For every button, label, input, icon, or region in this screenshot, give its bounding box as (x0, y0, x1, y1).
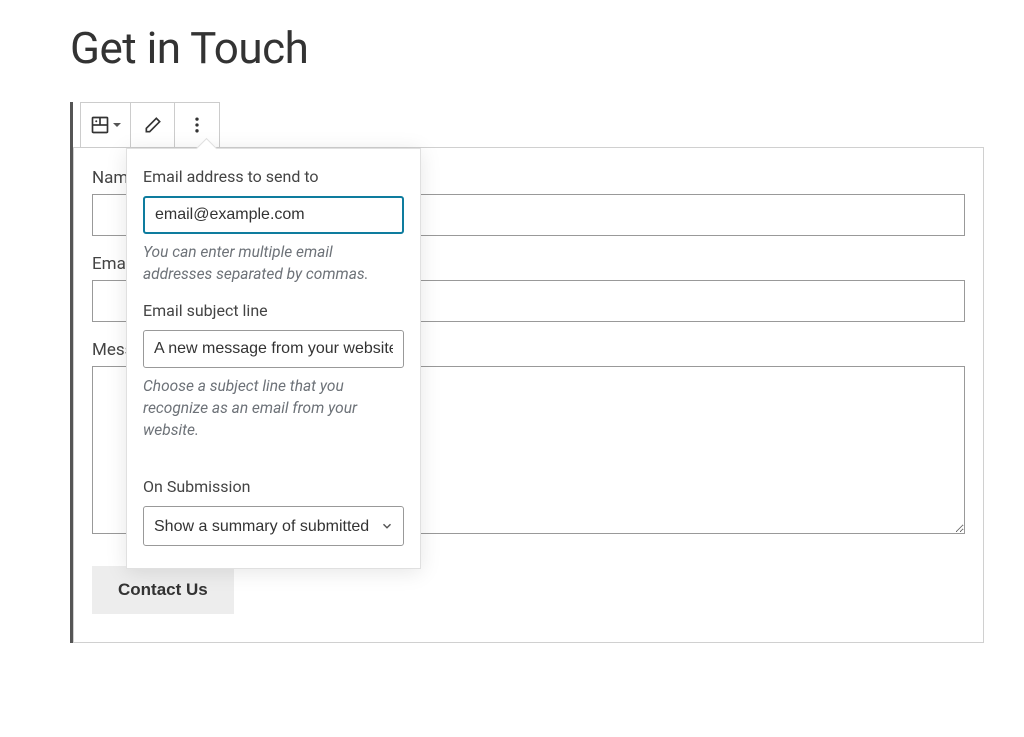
form-block: Email address to send to You can enter m… (70, 102, 984, 643)
chevron-down-icon (112, 120, 122, 130)
email-to-input[interactable] (143, 196, 404, 234)
page-title: Get in Touch (70, 22, 984, 74)
email-to-hint: You can enter multiple email addresses s… (143, 242, 404, 285)
block-type-button[interactable] (81, 103, 131, 147)
on-submission-select[interactable]: Show a summary of submitted (143, 506, 404, 546)
subject-input[interactable] (143, 330, 404, 368)
pencil-icon (143, 115, 163, 135)
form-settings-popover: Email address to send to You can enter m… (126, 148, 421, 569)
block-toolbar (80, 102, 220, 148)
submit-button[interactable]: Contact Us (92, 566, 234, 614)
more-options-button[interactable] (175, 103, 219, 147)
form-block-icon (90, 115, 110, 135)
subject-hint: Choose a subject line that you recognize… (143, 376, 404, 441)
on-submission-label: On Submission (143, 477, 404, 496)
edit-button[interactable] (131, 103, 175, 147)
more-vertical-icon (187, 115, 207, 135)
subject-label: Email subject line (143, 301, 404, 320)
email-to-label: Email address to send to (143, 167, 404, 186)
